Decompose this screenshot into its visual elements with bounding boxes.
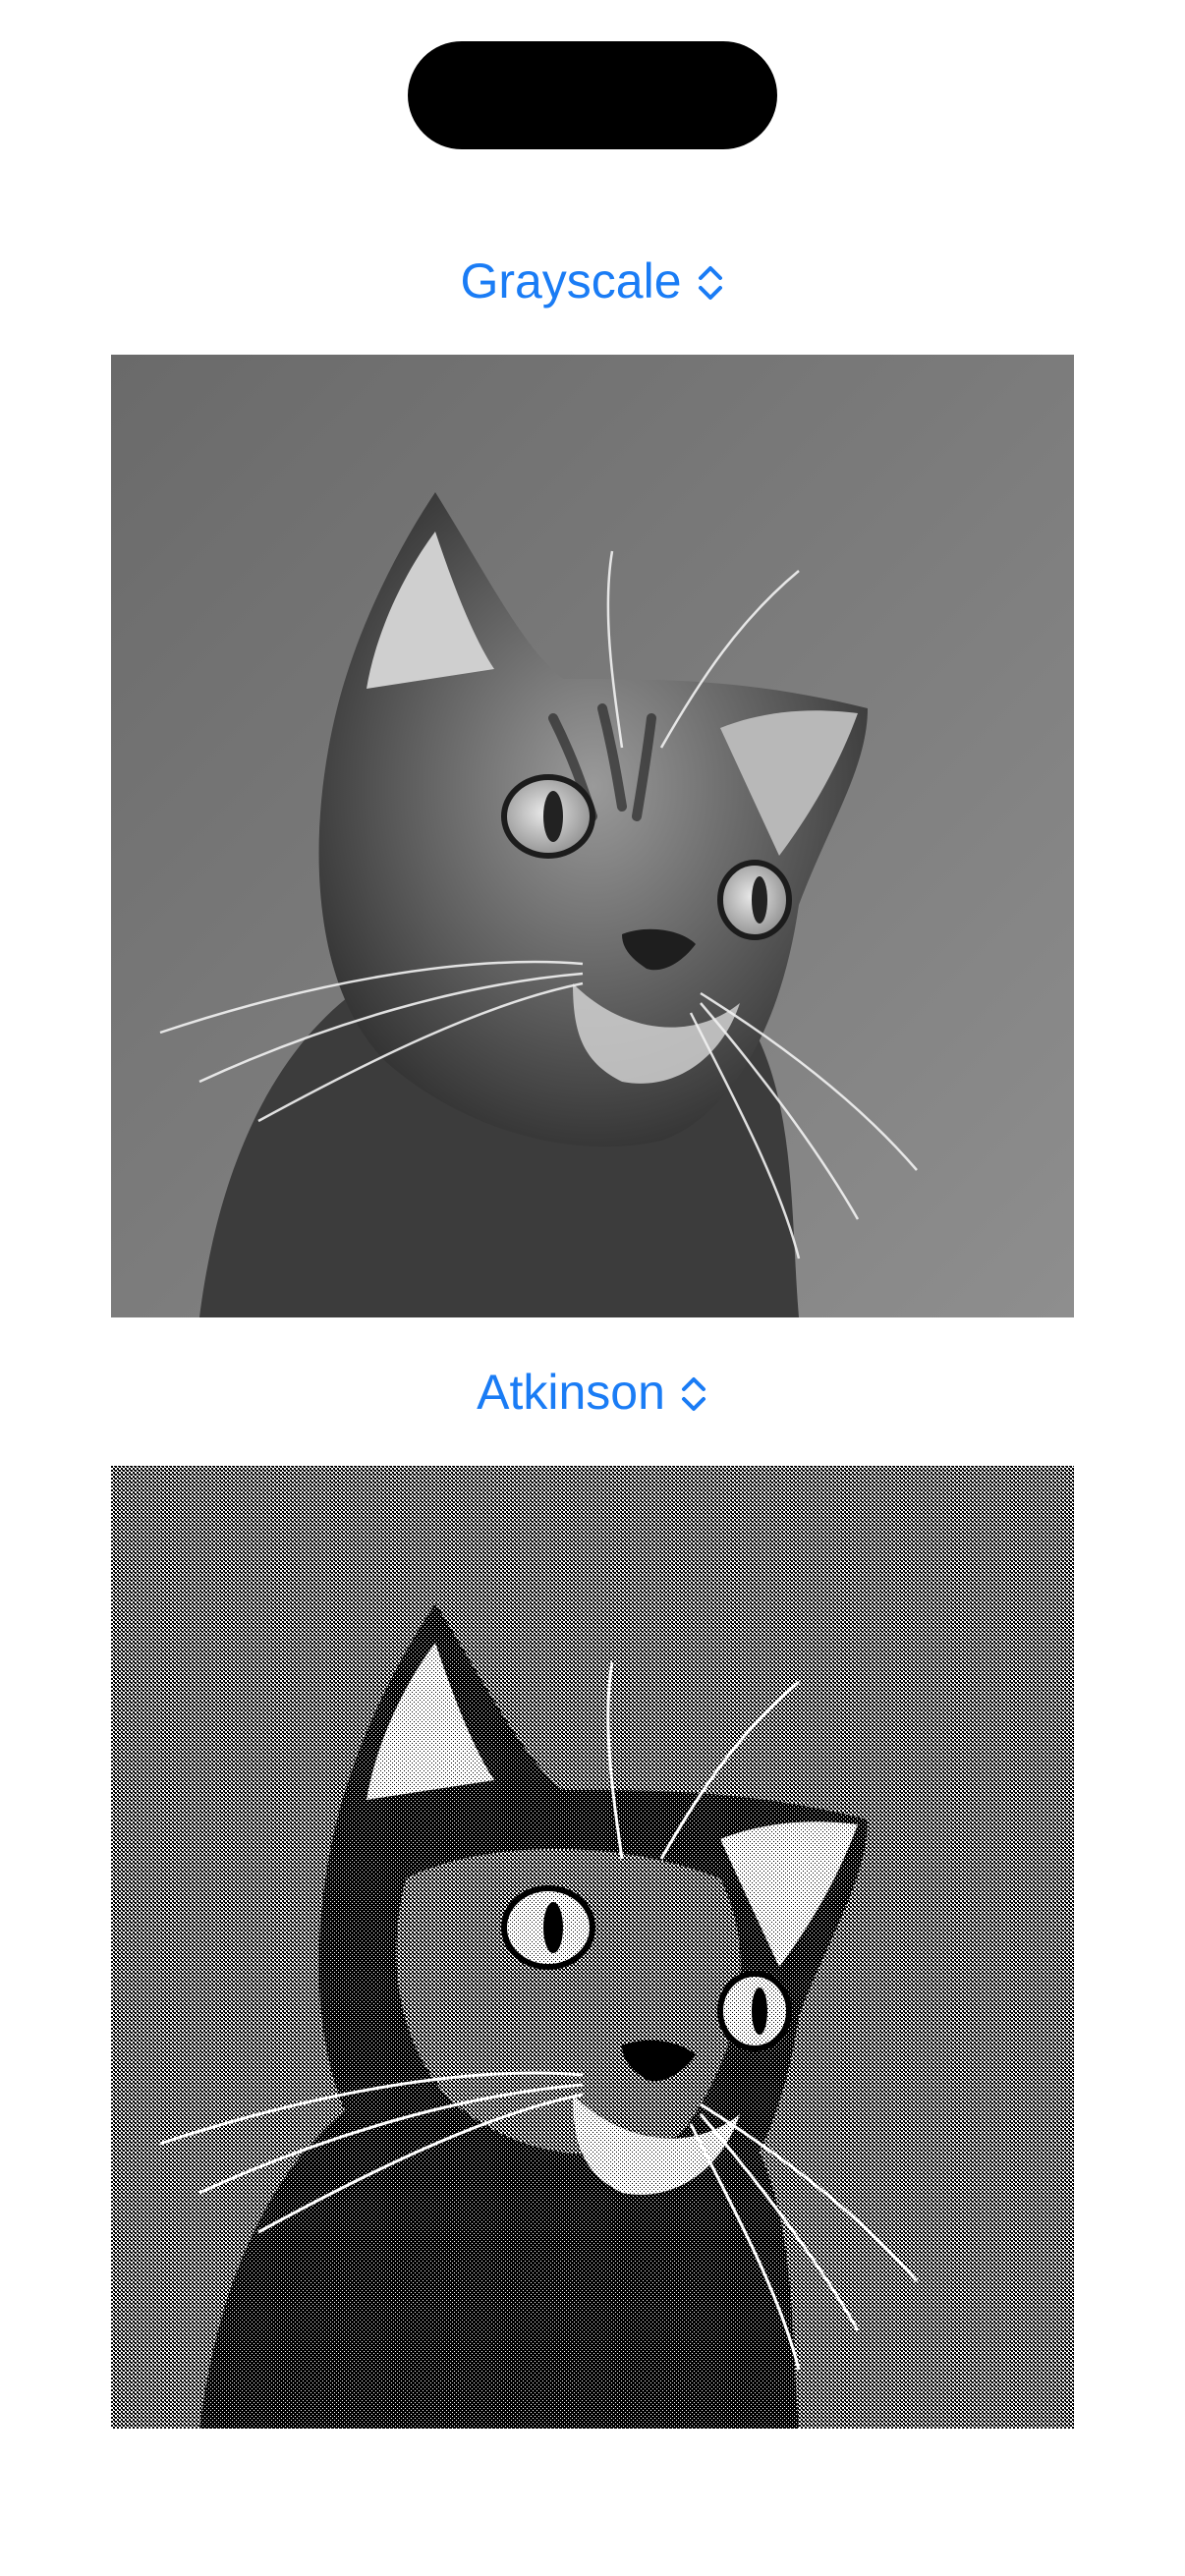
chevron-up-down-icon: [679, 1371, 708, 1414]
chevron-up-down-icon: [696, 259, 725, 303]
filter-picker-atkinson[interactable]: Atkinson: [0, 1353, 1185, 1431]
cat-image-grayscale: [111, 355, 1074, 1317]
filter-picker-label: Atkinson: [477, 1365, 665, 1420]
filter-picker-grayscale[interactable]: Grayscale: [0, 242, 1185, 320]
filter-picker-label: Grayscale: [460, 253, 682, 308]
dynamic-island: [408, 41, 777, 149]
cat-image-atkinson: [111, 1466, 1074, 2429]
